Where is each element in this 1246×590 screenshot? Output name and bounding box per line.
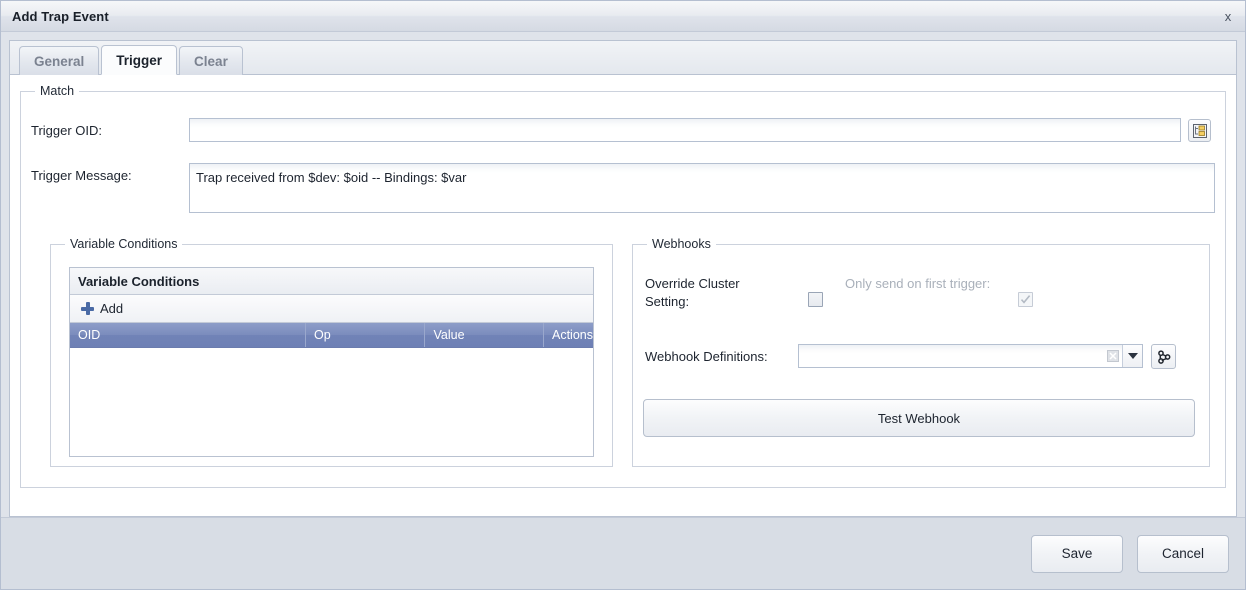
match-fieldset: Match Trigger OID: Trigger Message: Trap… xyxy=(20,84,1226,488)
cancel-button[interactable]: Cancel xyxy=(1137,534,1229,573)
trigger-oid-label: Trigger OID: xyxy=(31,123,103,138)
override-cluster-setting-checkbox[interactable] xyxy=(807,292,823,307)
webhook-definitions-combo[interactable] xyxy=(798,344,1143,369)
add-condition-button[interactable]: Add xyxy=(77,299,127,318)
trigger-oid-row: Trigger OID: xyxy=(31,118,1215,142)
trigger-oid-input[interactable] xyxy=(189,118,1181,142)
column-header-op[interactable]: Op xyxy=(306,323,426,347)
override-cluster-setting-label: Override Cluster Setting: xyxy=(645,276,740,309)
grid-toolbar: Add xyxy=(70,295,593,323)
tab-general[interactable]: General xyxy=(19,46,100,75)
tab-bar: General Trigger Clear xyxy=(10,41,1236,75)
add-condition-label: Add xyxy=(100,301,124,316)
match-legend: Match xyxy=(40,84,75,98)
close-icon[interactable]: x xyxy=(1217,6,1239,27)
dialog-body: General Trigger Clear Match Trigger OID: xyxy=(1,32,1245,517)
trigger-panels-row: Variable Conditions Variable Conditions … xyxy=(31,237,1215,467)
dialog-titlebar: Add Trap Event x xyxy=(1,1,1245,32)
tab-clear[interactable]: Clear xyxy=(179,46,243,75)
tab-trigger[interactable]: Trigger xyxy=(101,45,178,75)
clear-x-icon[interactable] xyxy=(1104,350,1122,363)
webhooks-legend: Webhooks xyxy=(652,237,711,251)
trigger-message-textarea[interactable]: Trap received from $dev: $oid -- Binding… xyxy=(189,163,1215,213)
variable-conditions-legend: Variable Conditions xyxy=(70,237,178,251)
column-header-oid[interactable]: OID xyxy=(70,323,306,347)
override-cluster-setting-checkbox-cell xyxy=(785,275,845,307)
dialog-title: Add Trap Event xyxy=(12,8,109,24)
column-header-actions[interactable]: Actions xyxy=(544,323,593,347)
tab-content-trigger: Match Trigger OID: Trigger Message: Trap… xyxy=(10,75,1236,516)
chevron-down-icon[interactable] xyxy=(1122,345,1142,368)
variable-conditions-fieldset: Variable Conditions Variable Conditions … xyxy=(50,237,613,467)
only-send-on-first-trigger-checkbox xyxy=(1017,292,1033,307)
webhooks-fieldset: Webhooks Override Cluster Setting: Only … xyxy=(632,237,1210,467)
only-send-on-first-trigger-checkbox-cell xyxy=(995,275,1055,307)
trigger-message-label: Trigger Message: xyxy=(31,168,132,183)
plus-icon xyxy=(81,302,94,315)
grid-title: Variable Conditions xyxy=(70,268,593,295)
webhook-definitions-label: Webhook Definitions: xyxy=(645,349,768,365)
trigger-message-row: Trigger Message: Trap received from $dev… xyxy=(31,163,1215,213)
column-header-value[interactable]: Value xyxy=(425,323,544,347)
tab-panel: General Trigger Clear Match Trigger OID: xyxy=(9,40,1237,517)
add-trap-event-dialog: Add Trap Event x General Trigger Clear M… xyxy=(0,0,1246,590)
oid-tree-browse-icon[interactable] xyxy=(1188,119,1211,142)
webhook-checkbox-row: Override Cluster Setting: Only send on f… xyxy=(643,275,1199,310)
webhook-definitions-input[interactable] xyxy=(799,345,1104,368)
dialog-footer: Save Cancel xyxy=(1,517,1245,589)
save-button[interactable]: Save xyxy=(1031,534,1123,573)
test-webhook-button[interactable]: Test Webhook xyxy=(643,399,1195,438)
variable-conditions-grid: Variable Conditions Add OID Op Value Act… xyxy=(69,267,594,457)
grid-header-row: OID Op Value Actions xyxy=(70,323,593,348)
webhook-definitions-row: Webhook Definitions: xyxy=(643,344,1199,370)
only-send-on-first-trigger-label: Only send on first trigger: xyxy=(845,276,991,291)
webhook-icon[interactable] xyxy=(1151,344,1176,370)
grid-body-empty xyxy=(70,348,593,456)
